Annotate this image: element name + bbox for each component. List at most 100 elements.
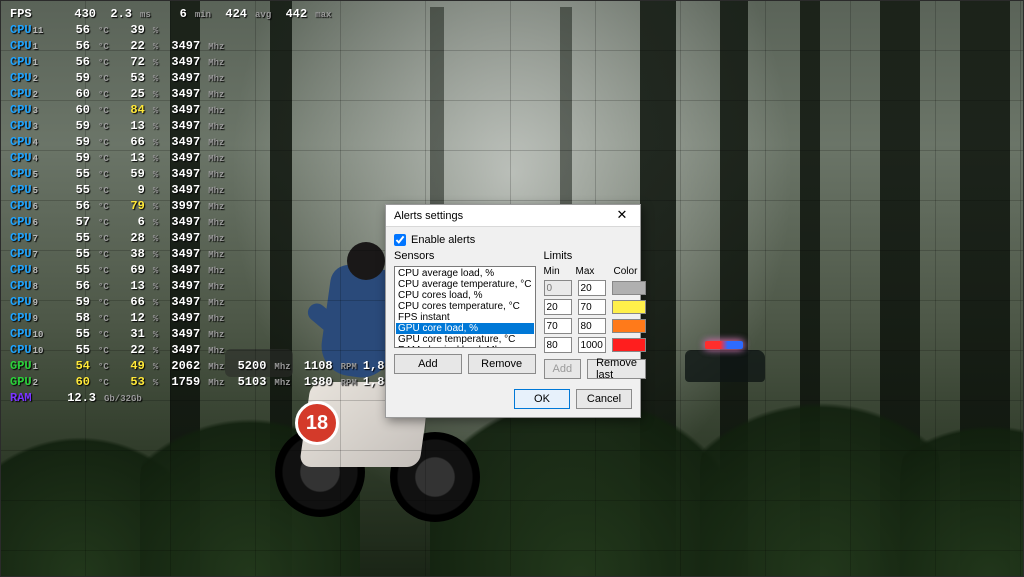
cpu-core-row: CPU156°C22%3497Mhz [10, 38, 418, 54]
fps-row: FPS 430 2.3ms 6min 424avg 442max [10, 6, 418, 22]
performance-overlay: FPS 430 2.3ms 6min 424avg 442max CPU11 5… [10, 6, 418, 406]
cpu-core-label: CPU9 [10, 310, 54, 327]
cpu-core-row: CPU959°C66%3497Mhz [10, 294, 418, 310]
cpu-core-label: CPU6 [10, 198, 54, 215]
cpu-core-row: CPU1055°C31%3497Mhz [10, 326, 418, 342]
limit-color-swatch[interactable] [612, 319, 647, 333]
ram-label: RAM [10, 390, 54, 406]
fps-max: 442 [277, 6, 307, 22]
cpu-core-row: CPU360°C84%3497Mhz [10, 102, 418, 118]
cpu-core-label: CPU3 [10, 102, 54, 119]
limit-max-input[interactable] [578, 337, 606, 353]
sensor-add-button[interactable]: Add [394, 354, 462, 374]
cpu-core-row: CPU359°C13%3497Mhz [10, 118, 418, 134]
cpu-core-label: CPU8 [10, 278, 54, 295]
cpu-core-row: CPU656°C79%3997Mhz [10, 198, 418, 214]
limit-color-swatch[interactable] [612, 338, 647, 352]
limits-header: Limits [544, 250, 647, 262]
police-lights-icon [705, 341, 743, 349]
cpu-core-row: CPU260°C25%3497Mhz [10, 86, 418, 102]
game-scene: 18 FPS 430 2.3ms 6min 424avg 442max CPU1… [0, 0, 1024, 577]
alerts-settings-dialog: Alerts settings ✕ Enable alerts Sensors … [385, 204, 641, 418]
limit-max-input[interactable] [578, 280, 606, 296]
gpu-label: GPU2 [10, 374, 54, 391]
cpu-core-label: CPU10 [10, 326, 54, 343]
frametime-value: 2.3 [102, 6, 132, 22]
cpu-core-row: CPU555°C9%3497Mhz [10, 182, 418, 198]
cpu-core-label: CPU3 [10, 118, 54, 135]
ok-button[interactable]: OK [514, 389, 570, 409]
cpu-core-label: CPU8 [10, 262, 54, 279]
gpu-row: GPU260°C53%1759Mhz5103Mhz1380RPM1,833Mb [10, 374, 418, 390]
sensors-header: Sensors [394, 250, 536, 262]
limit-row [544, 280, 647, 296]
sensor-option[interactable]: CPU average temperature, °C [396, 279, 534, 290]
enable-alerts-input[interactable] [394, 234, 406, 246]
limit-color-swatch[interactable] [612, 281, 647, 295]
limit-min-input[interactable] [544, 299, 572, 315]
sensor-option[interactable]: CPU average load, % [396, 268, 534, 279]
cpu-core-row: CPU755°C28%3497Mhz [10, 230, 418, 246]
fps-avg: 424 [217, 6, 247, 22]
sensor-option[interactable]: RAM physical load, Mb [396, 345, 534, 348]
cpu-core-label: CPU4 [10, 134, 54, 151]
cpu-core-label: CPU2 [10, 70, 54, 87]
cpu-core-row: CPU259°C53%3497Mhz [10, 70, 418, 86]
fps-label: FPS [10, 6, 54, 22]
cpu-core-row: CPU459°C66%3497Mhz [10, 134, 418, 150]
cpu-core-row: CPU156°C72%3497Mhz [10, 54, 418, 70]
cpu-summary-row: CPU11 56°C 39% [10, 22, 418, 38]
limits-column-headers: MinMaxColor [544, 266, 647, 277]
sensor-option[interactable]: CPU cores temperature, °C [396, 301, 534, 312]
cpu-core-row: CPU459°C13%3497Mhz [10, 150, 418, 166]
cpu-core-row: CPU958°C12%3497Mhz [10, 310, 418, 326]
limit-remove-last-button[interactable]: Remove last [587, 359, 646, 379]
cpu-core-label: CPU5 [10, 166, 54, 183]
limit-color-swatch[interactable] [612, 300, 647, 314]
cpu-core-row: CPU855°C69%3497Mhz [10, 262, 418, 278]
cpu-core-label: CPU7 [10, 230, 54, 247]
fps-min: 6 [157, 6, 187, 22]
enable-alerts-checkbox[interactable]: Enable alerts [394, 234, 632, 246]
cpu-core-label: CPU10 [10, 342, 54, 359]
cpu-core-row: CPU1055°C22%3497Mhz [10, 342, 418, 358]
limit-max-input[interactable] [578, 318, 606, 334]
cpu-core-row: CPU856°C13%3497Mhz [10, 278, 418, 294]
cpu-label: CPU11 [10, 22, 54, 39]
sensors-listbox[interactable]: CPU average load, %CPU average temperatu… [394, 266, 536, 348]
close-button[interactable]: ✕ [608, 207, 636, 225]
cancel-button[interactable]: Cancel [576, 389, 632, 409]
sensor-option[interactable]: FPS instant [396, 312, 534, 323]
sensor-option[interactable]: GPU core load, % [396, 323, 534, 334]
cpu-core-label: CPU2 [10, 86, 54, 103]
cpu-core-label: CPU9 [10, 294, 54, 311]
limit-row [544, 318, 647, 334]
dialog-titlebar[interactable]: Alerts settings ✕ [386, 205, 640, 227]
limit-max-input[interactable] [578, 299, 606, 315]
cpu-core-label: CPU1 [10, 38, 54, 55]
cpu-core-label: CPU6 [10, 214, 54, 231]
gpu-label: GPU1 [10, 358, 54, 375]
fps-value: 430 [60, 6, 96, 22]
bike-number: 18 [295, 401, 339, 445]
sensor-option[interactable]: CPU cores load, % [396, 290, 534, 301]
sensor-remove-button[interactable]: Remove [468, 354, 536, 374]
cpu-core-label: CPU5 [10, 182, 54, 199]
limit-min-input[interactable] [544, 337, 572, 353]
sensor-option[interactable]: GPU core temperature, °C [396, 334, 534, 345]
limit-add-button[interactable]: Add [544, 359, 582, 379]
cpu-core-label: CPU1 [10, 54, 54, 71]
cpu-core-row: CPU657°C6%3497Mhz [10, 214, 418, 230]
limit-min-input[interactable] [544, 280, 572, 296]
limit-min-input[interactable] [544, 318, 572, 334]
cpu-core-label: CPU4 [10, 150, 54, 167]
limit-row [544, 299, 647, 315]
gpu-row: GPU154°C49%2062Mhz5200Mhz1108RPM1,833Mb [10, 358, 418, 374]
limit-row [544, 337, 647, 353]
cpu-core-label: CPU7 [10, 246, 54, 263]
dialog-title: Alerts settings [394, 210, 463, 222]
cpu-core-row: CPU755°C38%3497Mhz [10, 246, 418, 262]
police-suv [685, 350, 765, 382]
cpu-core-row: CPU555°C59%3497Mhz [10, 166, 418, 182]
ram-row: RAM 12.3Gb/32Gb [10, 390, 418, 406]
